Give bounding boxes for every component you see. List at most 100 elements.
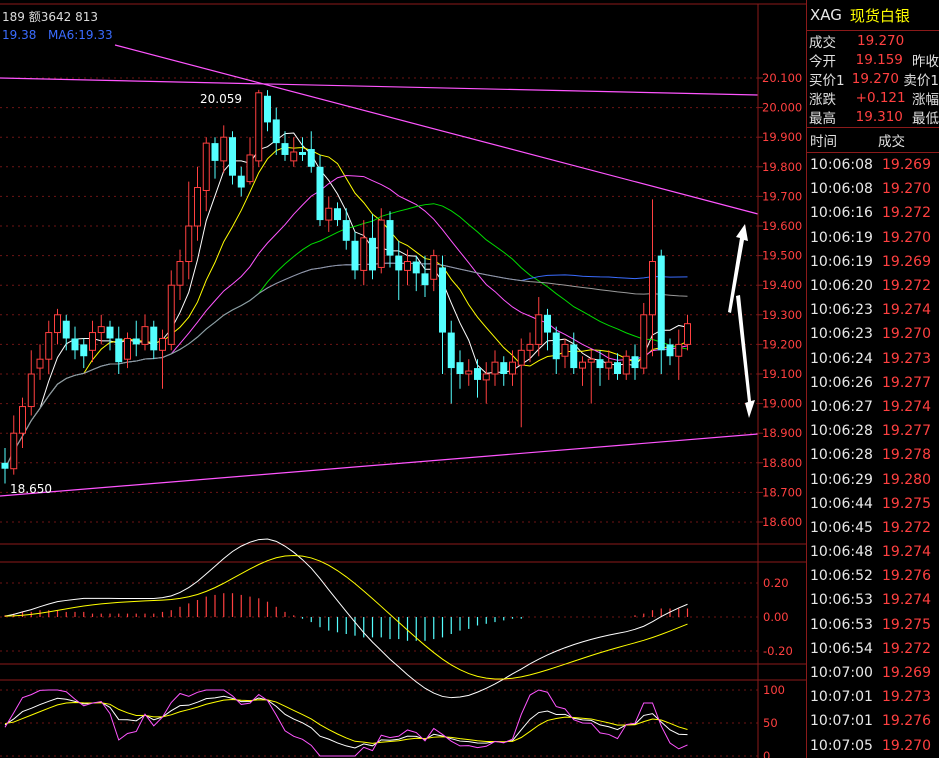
tick-row[interactable]: 10:07:01 19.276 xyxy=(807,709,939,733)
candlestick[interactable] xyxy=(290,137,298,167)
tick-row[interactable]: 10:06:28 19.277 xyxy=(807,419,939,443)
tick-row[interactable]: 10:06:16 19.272 xyxy=(807,201,939,225)
tick-row[interactable]: 10:06:48 19.274 xyxy=(807,540,939,564)
candlestick[interactable] xyxy=(264,90,271,132)
candlestick[interactable] xyxy=(132,320,140,357)
candlestick[interactable] xyxy=(561,338,569,369)
tick-row[interactable]: 10:06:53 19.274 xyxy=(807,588,939,612)
candlestick[interactable] xyxy=(474,359,481,398)
tick-row[interactable]: 10:06:23 19.274 xyxy=(807,298,939,322)
candlestick[interactable] xyxy=(159,329,166,389)
candlestick[interactable] xyxy=(1,448,9,484)
tick-row[interactable]: 10:06:08 19.269 xyxy=(807,153,939,177)
candlestick[interactable] xyxy=(194,166,201,241)
tick-row[interactable]: 10:06:44 19.275 xyxy=(807,492,939,516)
tick-row[interactable]: 10:06:19 19.269 xyxy=(807,250,939,274)
candlestick[interactable] xyxy=(509,350,516,386)
candlestick[interactable] xyxy=(421,255,429,298)
tick-row[interactable]: 10:06:52 19.276 xyxy=(807,564,939,588)
tick-row[interactable]: 10:07:01 19.273 xyxy=(807,685,939,709)
tick-row[interactable]: 10:06:54 19.272 xyxy=(807,637,939,661)
candlestick[interactable] xyxy=(631,344,639,380)
candlestick[interactable] xyxy=(605,350,613,380)
candlestick[interactable] xyxy=(272,107,280,155)
kdj-panel[interactable] xyxy=(4,689,688,757)
candlestick[interactable] xyxy=(552,326,560,374)
candlestick[interactable] xyxy=(325,196,333,232)
macd-panel[interactable] xyxy=(4,538,689,699)
tick-row[interactable]: 10:06:19 19.270 xyxy=(807,226,939,250)
candlestick[interactable] xyxy=(106,320,114,351)
candlestick[interactable] xyxy=(351,231,359,280)
candlestick[interactable] xyxy=(141,314,149,351)
candlestick[interactable] xyxy=(342,208,350,250)
candlestick[interactable] xyxy=(360,220,368,286)
tick-row[interactable]: 10:06:26 19.277 xyxy=(807,371,939,395)
candlestick[interactable] xyxy=(255,89,263,167)
ticks-list[interactable]: 10:06:08 19.269 10:06:08 19.270 10:06:16 19.2… xyxy=(807,153,939,758)
candlestick[interactable] xyxy=(115,326,123,374)
candlestick[interactable] xyxy=(491,350,499,386)
candlestick[interactable] xyxy=(439,255,446,374)
tick-row[interactable]: 10:06:29 19.280 xyxy=(807,467,939,491)
candlestick[interactable] xyxy=(10,415,18,475)
candlestick[interactable] xyxy=(412,255,420,292)
candlestick[interactable] xyxy=(587,350,595,404)
candlestick[interactable] xyxy=(465,359,473,386)
tick-row[interactable]: 10:06:20 19.272 xyxy=(807,274,939,298)
candlestick[interactable] xyxy=(237,166,245,197)
tick-row[interactable]: 10:07:00 19.269 xyxy=(807,661,939,685)
candlesticks[interactable] xyxy=(1,89,691,484)
candlestick[interactable] xyxy=(150,320,158,360)
candlestick[interactable] xyxy=(334,202,341,226)
candlestick[interactable] xyxy=(675,329,683,380)
candlestick[interactable] xyxy=(369,214,376,280)
tick-row[interactable]: 10:06:08 19.270 xyxy=(807,177,939,201)
candlestick[interactable] xyxy=(229,131,236,185)
candlestick[interactable] xyxy=(544,308,551,351)
candlestick[interactable] xyxy=(430,249,438,292)
candlestick[interactable] xyxy=(176,249,184,300)
candlestick[interactable] xyxy=(202,137,210,212)
tick-row[interactable]: 10:06:23 19.270 xyxy=(807,322,939,346)
candlestick[interactable] xyxy=(45,320,53,374)
tick-row[interactable]: 10:07:05 19.270 xyxy=(807,734,939,758)
candlestick[interactable] xyxy=(579,356,586,386)
tick-row[interactable]: 10:06:27 19.274 xyxy=(807,395,939,419)
tick-row[interactable]: 10:06:24 19.273 xyxy=(807,347,939,371)
candlestick[interactable] xyxy=(71,326,79,360)
candlestick[interactable] xyxy=(517,338,525,428)
candlestick[interactable] xyxy=(622,350,630,380)
candlestick[interactable] xyxy=(570,332,578,374)
candlestick[interactable] xyxy=(167,270,175,351)
candlestick[interactable] xyxy=(386,211,394,268)
candlestick[interactable] xyxy=(54,308,61,345)
tick-row[interactable]: 10:06:45 19.272 xyxy=(807,516,939,540)
tick-row[interactable]: 10:06:53 19.275 xyxy=(807,613,939,637)
candlestick[interactable] xyxy=(62,314,70,351)
tick-row[interactable]: 10:06:28 19.278 xyxy=(807,443,939,467)
candlestick[interactable] xyxy=(246,137,254,185)
candlestick[interactable] xyxy=(684,314,691,351)
candlestick[interactable] xyxy=(500,356,508,386)
candlestick[interactable] xyxy=(447,320,455,404)
candlestick[interactable] xyxy=(36,344,44,380)
candlestick[interactable] xyxy=(666,338,674,366)
candlestick[interactable] xyxy=(80,338,88,369)
candlestick[interactable] xyxy=(657,249,665,374)
candlestick[interactable] xyxy=(614,353,621,380)
kline-chart-area[interactable]: 20.100 20.000 19.900 19.800 19.700 19.600 19.5… xyxy=(0,0,806,758)
candlestick[interactable] xyxy=(596,350,604,386)
candlestick[interactable] xyxy=(220,125,228,173)
candlestick[interactable] xyxy=(211,137,219,179)
candlestick[interactable] xyxy=(299,137,306,161)
candlestick[interactable] xyxy=(482,362,490,404)
candlestick[interactable] xyxy=(649,199,656,357)
candlestick[interactable] xyxy=(526,332,534,363)
candlestick[interactable] xyxy=(456,350,464,389)
candlestick[interactable] xyxy=(27,350,35,416)
candlestick[interactable] xyxy=(640,302,648,374)
instrument-header[interactable]: XAG 现货白银 xyxy=(807,0,939,31)
candlestick[interactable] xyxy=(395,240,403,300)
candlestick[interactable] xyxy=(89,320,96,363)
